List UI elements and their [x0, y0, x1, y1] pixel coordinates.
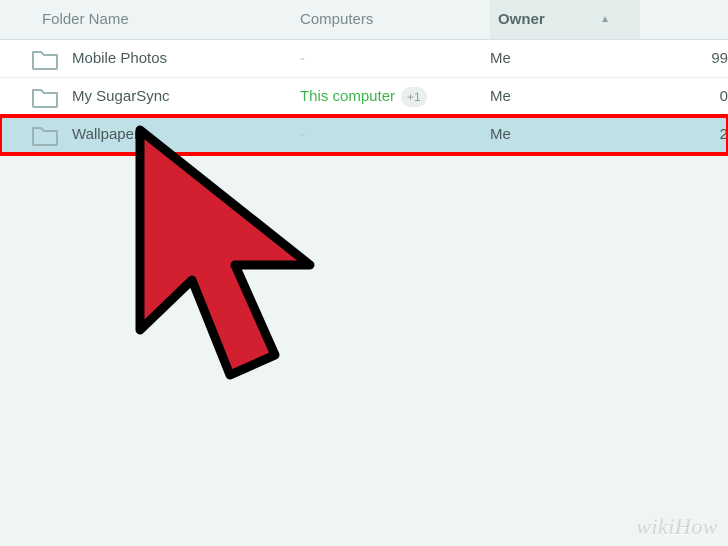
folder-name: Wallpaper — [72, 126, 139, 143]
table-row[interactable]: Mobile Photos - Me 99 — [0, 40, 728, 78]
table-row[interactable]: My SugarSync This computer +1 Me 0 — [0, 78, 728, 116]
folder-icon — [32, 86, 58, 108]
column-header-owner-label: Owner — [498, 11, 545, 28]
column-header-computers[interactable]: Computers — [300, 11, 490, 28]
count-value: 0 — [640, 88, 728, 105]
computers-value: - — [300, 50, 305, 67]
folder-table: Folder Name Computers Owner ▲ Mobile Pho… — [0, 0, 728, 154]
folder-icon — [32, 124, 58, 146]
sort-ascending-icon: ▲ — [600, 14, 610, 25]
table-header-row: Folder Name Computers Owner ▲ — [0, 0, 728, 40]
table-row[interactable]: Wallpaper - Me 2 — [0, 116, 728, 154]
count-value: 2 — [640, 126, 728, 143]
owner-value: Me — [490, 50, 640, 67]
column-header-owner[interactable]: Owner ▲ — [490, 0, 640, 39]
count-value: 99 — [640, 50, 728, 67]
plus-badge: +1 — [401, 87, 427, 107]
folder-name: Mobile Photos — [72, 50, 167, 67]
column-header-folder-name[interactable]: Folder Name — [0, 11, 300, 28]
computers-value: - — [300, 126, 305, 143]
computers-value: This computer — [300, 88, 395, 105]
folder-name: My SugarSync — [72, 88, 170, 105]
folder-icon — [32, 48, 58, 70]
watermark: wikiHow — [636, 514, 718, 540]
owner-value: Me — [490, 88, 640, 105]
owner-value: Me — [490, 126, 640, 143]
empty-area — [0, 154, 728, 546]
